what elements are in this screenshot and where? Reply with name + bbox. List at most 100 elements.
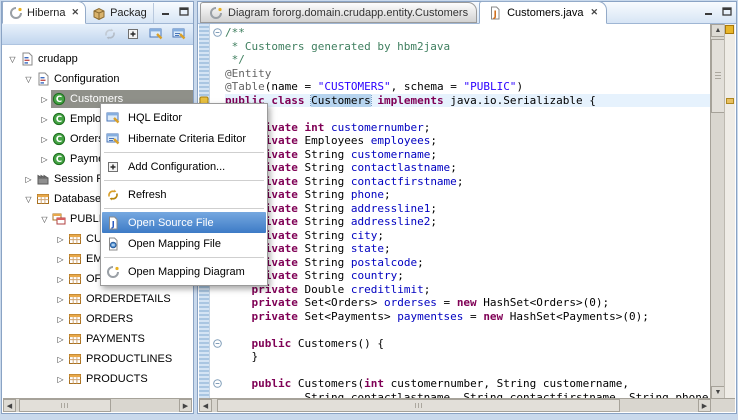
collapse-arrow-icon[interactable]: ▽: [6, 55, 19, 64]
menu-item-refresh[interactable]: Refresh: [102, 184, 266, 205]
table-icon: [68, 332, 82, 346]
open-mapping-diagram-icon: [106, 264, 122, 279]
expand-arrow-icon[interactable]: ▷: [54, 295, 67, 304]
expand-arrow-icon[interactable]: ▷: [54, 355, 67, 364]
maximize-button[interactable]: [177, 5, 191, 17]
expand-arrow-icon[interactable]: ▷: [38, 135, 51, 144]
scrollbar-track[interactable]: [711, 37, 725, 386]
scrollbar-corner: [711, 398, 735, 412]
tree-item-label: ORDERS: [86, 313, 133, 325]
scroll-right-arrow-icon[interactable]: ▶: [179, 399, 192, 412]
menu-item-label: Hibernate Criteria Editor: [128, 133, 246, 145]
tree-item-orderdetails[interactable]: ▷ ORDERDETAILS: [2, 289, 193, 309]
class-icon: C: [52, 92, 66, 106]
menu-item-label: Refresh: [128, 189, 167, 201]
hql-editor-icon: [149, 27, 163, 41]
tree-item-productlines[interactable]: ▷ PRODUCTLINES: [2, 349, 193, 369]
scroll-up-arrow-icon[interactable]: ▲: [711, 24, 725, 37]
scrollbar-track[interactable]: [212, 399, 698, 412]
code-text: public Customers(int customernumber, Str…: [225, 377, 710, 391]
fold-collapse-icon[interactable]: [210, 339, 225, 348]
expand-arrow-icon[interactable]: ▷: [54, 255, 67, 264]
tree-item-configuration[interactable]: ▽ Configuration: [2, 69, 193, 89]
tree-item-label: Configuration: [54, 73, 119, 85]
overview-marker[interactable]: [726, 98, 734, 104]
view-tab-package-explorer[interactable]: Packag: [86, 3, 154, 23]
menu-item-add-configuration[interactable]: Add Configuration...: [102, 156, 266, 177]
tree-item-label: ORDERDETAILS: [86, 293, 171, 305]
tree-item-products[interactable]: ▷PRODUCTS: [2, 369, 193, 389]
menu-item-hibernate-criteria-editor[interactable]: Hibernate Criteria Editor: [102, 128, 266, 149]
code-line: private String country;: [210, 269, 710, 283]
refresh-icon: [106, 187, 122, 202]
view-tab-hibernate[interactable]: Hiberna ✕: [2, 1, 86, 24]
java-editor[interactable]: /** * Customers generated by hbm2java */…: [199, 24, 735, 399]
close-icon[interactable]: ✕: [591, 7, 599, 18]
menu-item-open-mapping-file[interactable]: Open Mapping File: [102, 233, 266, 254]
refresh-button[interactable]: [101, 26, 118, 43]
code-text: private String country;: [225, 269, 710, 283]
menu-separator: [104, 257, 264, 258]
code-text: private Double creditlimit;: [225, 283, 710, 297]
editor-vertical-scrollbar[interactable]: ▲ ▼: [710, 24, 725, 399]
collapse-arrow-icon[interactable]: ▽: [38, 215, 51, 224]
scrollbar-thumb[interactable]: [711, 39, 725, 113]
code-text: public Customers() {: [225, 337, 710, 351]
minimize-button[interactable]: [159, 5, 173, 17]
tree-item-label: PRODUCTLINES: [86, 353, 172, 365]
menu-item-open-source-file[interactable]: J Open Source File: [102, 212, 266, 233]
code-line: private Employees employees;: [210, 134, 710, 148]
scrollbar-thumb[interactable]: [19, 399, 110, 412]
class-icon: C: [52, 132, 66, 146]
scroll-right-arrow-icon[interactable]: ▶: [698, 399, 711, 412]
expand-arrow-icon[interactable]: ▷: [38, 115, 51, 124]
code-text: private String customername;: [225, 148, 710, 162]
overview-ruler[interactable]: [724, 24, 735, 399]
criteria-editor-button[interactable]: [170, 26, 187, 43]
fold-collapse-icon[interactable]: [210, 379, 225, 388]
overview-annotations-icon[interactable]: [725, 25, 734, 34]
tree-item-orders[interactable]: ▷ ORDERS: [2, 309, 193, 329]
maximize-button[interactable]: [720, 5, 734, 17]
editor-window-buttons: [702, 5, 734, 17]
left-horizontal-scrollbar[interactable]: ◀ ▶: [3, 398, 192, 412]
tree-item-band: Configuration: [35, 70, 193, 88]
code-text: */: [225, 53, 710, 67]
editor-horizontal-scrollbar[interactable]: ◀ ▶: [199, 398, 711, 412]
expand-arrow-icon[interactable]: ▷: [54, 235, 67, 244]
hql-editor-button[interactable]: [147, 26, 164, 43]
editor-tab-customers-java[interactable]: J Customers.java ✕: [479, 1, 607, 24]
expand-arrow-icon[interactable]: ▷: [22, 175, 35, 184]
tree-item-crudapp[interactable]: ▽crudapp: [2, 49, 193, 69]
expand-arrow-icon[interactable]: ▷: [54, 335, 67, 344]
code-line: public class Customers implements java.i…: [210, 94, 710, 108]
tree-item-band: PRODUCTS: [67, 370, 193, 388]
scroll-left-arrow-icon[interactable]: ◀: [199, 399, 212, 412]
tree-item-payments[interactable]: ▷PAYMENTS: [2, 329, 193, 349]
code-text: private String state;: [225, 242, 710, 256]
editor-tab-label: Diagram fororg.domain.crudapp.entity.Cus…: [228, 7, 468, 19]
tree-item-band: crudapp: [19, 50, 193, 68]
expand-arrow-icon[interactable]: ▷: [38, 155, 51, 164]
close-icon[interactable]: ✕: [72, 7, 80, 18]
menu-item-open-mapping-diagram[interactable]: Open Mapping Diagram: [102, 261, 266, 282]
fold-collapse-icon[interactable]: [210, 28, 225, 37]
minimize-button[interactable]: [702, 5, 716, 17]
expand-arrow-icon[interactable]: ▷: [54, 315, 67, 324]
scrollbar-thumb[interactable]: [217, 399, 620, 412]
collapse-arrow-icon[interactable]: ▽: [22, 195, 35, 204]
tree-item-label: Database: [54, 193, 101, 205]
class-icon: C: [52, 112, 66, 126]
collapse-arrow-icon[interactable]: ▽: [22, 75, 35, 84]
hibernate-view-icon: [9, 6, 23, 20]
editor-tab-diagram[interactable]: Diagram fororg.domain.crudapp.entity.Cus…: [200, 2, 477, 23]
menu-item-hql-editor[interactable]: HQL Editor: [102, 107, 266, 128]
scroll-left-arrow-icon[interactable]: ◀: [3, 399, 16, 412]
context-menu: HQL Editor Hibernate Criteria Editor Add…: [100, 103, 268, 286]
expand-arrow-icon[interactable]: ▷: [38, 95, 51, 104]
scrollbar-track[interactable]: [16, 399, 179, 412]
add-configuration-button[interactable]: [124, 26, 141, 43]
session-factory-icon: [36, 172, 50, 186]
expand-arrow-icon[interactable]: ▷: [54, 375, 67, 384]
expand-arrow-icon[interactable]: ▷: [54, 275, 67, 284]
